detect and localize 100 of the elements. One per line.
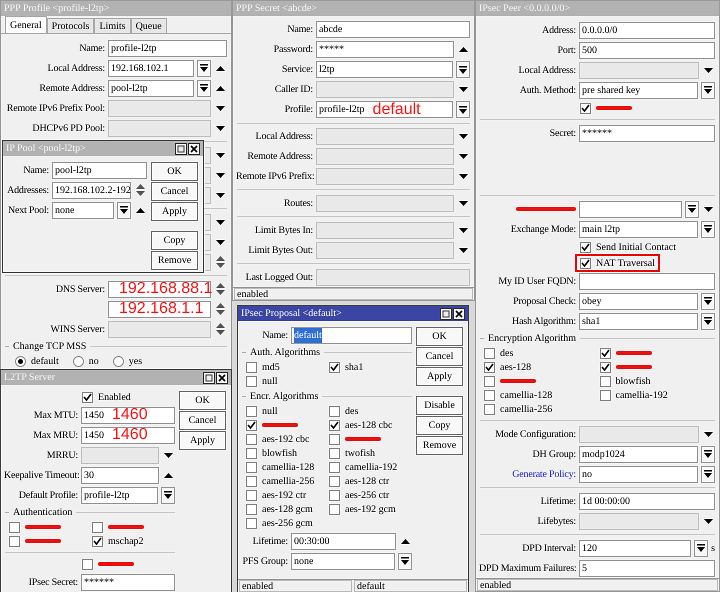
checkbox[interactable] [329,420,340,430]
up-down-arrows-icon[interactable] [136,184,145,196]
down-arrow-icon[interactable] [459,87,468,92]
dropdown-button[interactable] [197,60,211,76]
tab[interactable]: Protocols [46,18,94,33]
dialog-button[interactable]: Copy [416,416,463,435]
checkbox[interactable] [329,462,340,472]
maximize-icon[interactable] [440,308,452,320]
input-field[interactable]: l2tp [316,61,453,78]
dialog-button[interactable]: OK [179,391,226,410]
input-field[interactable]: 500 [579,42,715,58]
dropdown-button[interactable] [197,80,211,96]
input-field[interactable]: no [579,466,698,482]
tab[interactable]: Queue [130,18,167,33]
input-field[interactable]: 30 [81,466,159,484]
input-field[interactable]: 0.0.0.0/0 [579,22,715,38]
checkbox[interactable] [600,348,610,358]
input-field[interactable]: sha1 [579,312,698,330]
input-field[interactable] [579,272,715,290]
dropdown-button[interactable] [456,101,470,118]
dialog-button[interactable]: OK [416,327,463,346]
checkbox[interactable] [9,536,20,546]
input-field[interactable]: 192.168.1.1 [108,300,211,318]
down-arrow-icon[interactable] [459,134,468,140]
checkbox[interactable] [329,434,340,444]
checkbox[interactable] [246,518,257,528]
down-arrow-icon[interactable] [216,240,225,244]
checkbox[interactable] [329,448,340,458]
input-field[interactable]: pool-l2tp [108,80,194,96]
dropdown-button[interactable] [701,220,715,238]
dialog-button[interactable]: OK [151,162,198,181]
dialog-button[interactable]: Copy [151,231,198,250]
input-field[interactable] [205,234,211,250]
dropdown-button[interactable] [701,446,715,462]
dropdown-button[interactable] [117,202,131,218]
input-field[interactable]: 1450 1460 [81,426,175,444]
dropdown-button[interactable] [694,540,708,556]
input-field[interactable]: pool-l2tp [52,162,147,178]
down-arrow-icon[interactable] [704,432,713,436]
radio-button[interactable] [15,356,26,366]
up-down-arrows-icon[interactable] [216,323,225,335]
checkbox[interactable] [484,362,495,372]
checkbox[interactable] [484,376,495,386]
checkbox[interactable] [329,362,340,372]
input-field[interactable]: ****** [579,124,715,142]
up-down-arrows-icon[interactable] [216,303,225,315]
tab[interactable]: Limits [94,18,131,33]
dialog-button[interactable]: Cancel [179,411,226,430]
up-down-arrows-icon[interactable] [216,256,225,268]
input-field[interactable]: profile-l2tp [108,40,227,56]
input-field[interactable]: none [52,202,114,218]
checkbox[interactable] [600,390,610,400]
down-arrow-icon[interactable] [704,518,713,524]
checkbox[interactable] [484,348,495,358]
checkbox[interactable] [246,448,257,458]
input-field[interactable]: 192.168.102.1 [108,60,194,76]
input-field[interactable]: default [291,326,412,344]
input-field[interactable] [205,146,211,164]
dialog-button[interactable]: Cancel [416,347,463,366]
checkbox[interactable] [9,522,20,532]
checkbox[interactable] [246,462,257,472]
down-arrow-icon[interactable] [216,106,225,110]
up-arrow-icon[interactable] [459,47,468,52]
input-field[interactable]: 1d 00:00:00 [579,492,715,510]
down-arrow-icon[interactable] [216,192,225,198]
checkbox[interactable] [82,558,93,570]
down-arrow-icon[interactable] [164,452,173,458]
radio-button[interactable] [112,356,124,366]
input-field[interactable]: modp1024 [579,446,698,462]
checkbox[interactable] [92,522,103,532]
input-field[interactable] [205,166,211,184]
input-field[interactable]: ****** [81,574,175,590]
down-arrow-icon[interactable] [459,248,468,253]
checkbox[interactable] [600,376,610,386]
up-arrow-icon[interactable] [164,472,173,478]
dropdown-button[interactable] [685,200,699,218]
checkbox[interactable] [580,258,591,268]
down-arrow-icon[interactable] [216,220,225,224]
input-field[interactable] [205,186,211,204]
up-down-arrows-icon[interactable] [216,283,225,295]
radio-button[interactable] [72,356,84,366]
down-arrow-icon[interactable] [216,152,225,158]
checkbox[interactable] [484,390,495,400]
input-field[interactable] [579,200,682,218]
checkbox[interactable] [246,504,257,514]
dialog-button[interactable]: Apply [151,202,198,221]
close-icon[interactable] [216,372,228,384]
checkbox[interactable] [329,406,340,416]
checkbox[interactable] [246,406,257,416]
input-field[interactable]: 1450 1460 [81,406,175,424]
checkbox[interactable] [246,434,257,444]
checkbox[interactable] [82,392,93,402]
input-field[interactable]: pre shared key [579,82,698,98]
input-field[interactable]: 00:30:00 [291,532,396,550]
input-field[interactable]: profile-l2tp [81,486,158,504]
down-arrow-icon[interactable] [216,126,225,130]
checkbox[interactable] [246,376,257,386]
close-icon[interactable] [188,142,200,154]
dialog-button[interactable]: Cancel [151,182,198,201]
up-arrow-icon[interactable] [136,208,145,212]
